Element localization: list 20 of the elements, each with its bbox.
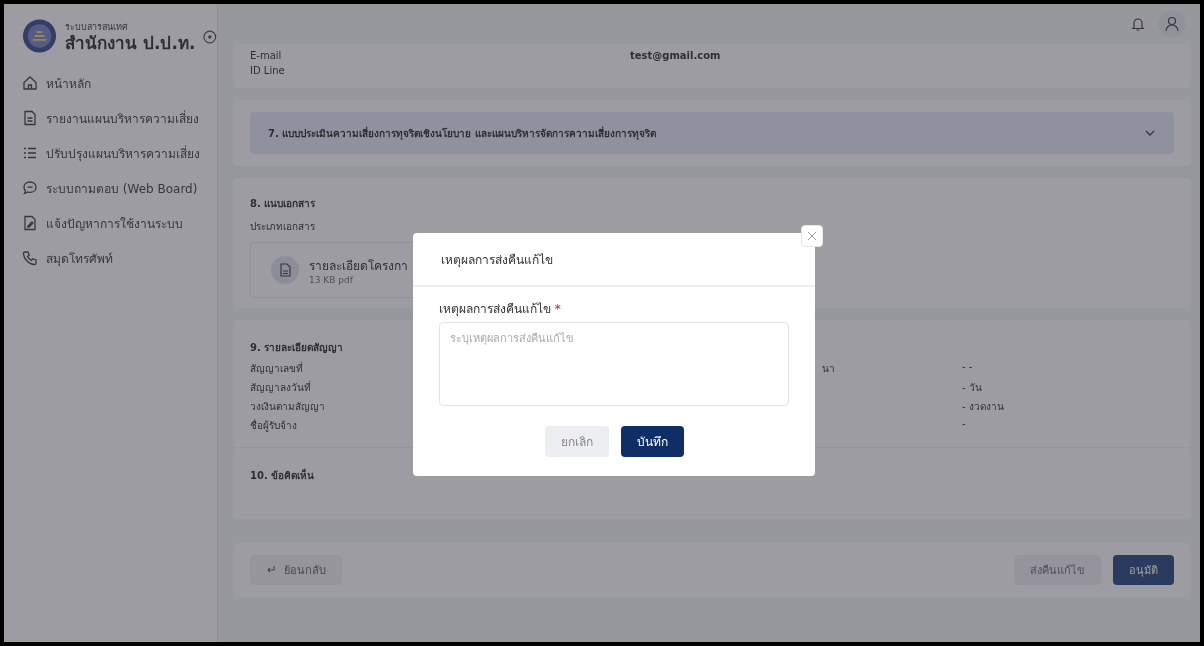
field-label: สัญญาลงวันที่ xyxy=(250,380,312,395)
section-title: 10. ข้อคิดเห็น xyxy=(250,470,315,481)
brand-caption: ระบบสารสนเทศ xyxy=(65,20,130,34)
brand-title: สำนักงาน ป.ป.ท. xyxy=(65,33,196,53)
field-label: เหตุผลการส่งคืนแก้ไข * xyxy=(439,301,562,318)
field-label: E-mail xyxy=(250,50,283,61)
field-value: - - xyxy=(962,361,974,374)
field-label: สัญญาเลขที่ xyxy=(250,361,304,376)
field-label: นา xyxy=(822,363,835,374)
field-value: - xyxy=(962,418,967,431)
field-label: วงเงินตามสัญญา xyxy=(250,400,326,414)
field-label: ประเภทเอกสาร xyxy=(250,220,316,234)
field-label: ชื่อผู้รับจ้าง xyxy=(250,418,298,433)
field-value: test@gmail.com xyxy=(630,50,722,61)
field-label: ID Line xyxy=(250,65,286,76)
section-title: 9. รายละเอียดสัญญา xyxy=(250,341,345,355)
section-title: 8. แนบเอกสาร xyxy=(250,197,317,211)
field-value: - วัน xyxy=(962,381,983,395)
modal-title: เหตุผลการส่งคืนแก้ไข xyxy=(441,251,553,269)
field-value: - งวดงาน xyxy=(962,400,1005,414)
